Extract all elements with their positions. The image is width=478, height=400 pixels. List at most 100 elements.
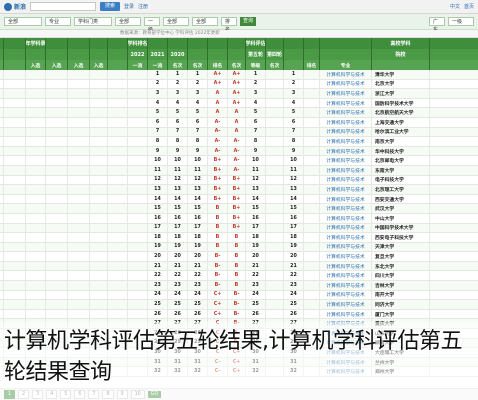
table-row[interactable]: 1 1 1 A+ A+ 1 1 计算机科学与技术 清华大学 <box>0 70 478 80</box>
search-button[interactable]: 搜索 <box>100 2 121 11</box>
cell-name[interactable]: 南京大学 <box>372 137 430 146</box>
cell-name[interactable]: 华中科技大学 <box>372 146 430 156</box>
home-link[interactable]: 首页 <box>464 3 474 10</box>
cell-major[interactable]: 计算机科学与技术 <box>320 213 372 223</box>
cell-major[interactable]: 计算机科学与技术 <box>320 204 372 213</box>
table-row[interactable]: 20 20 20 B- B 20 20 计算机科学与技术 复旦大学 <box>0 252 478 262</box>
cell-major[interactable]: 计算机科学与技术 <box>320 98 372 108</box>
cell-blank[interactable] <box>304 89 320 98</box>
table-row[interactable]: 24 24 24 C+ B- 24 24 计算机科学与技术 南开大学 <box>0 290 478 301</box>
cell-name[interactable]: 南开大学 <box>372 290 430 300</box>
cell-name[interactable]: 西安交通大学 <box>372 194 430 204</box>
cell-name[interactable]: 吉林大学 <box>372 281 430 290</box>
cell-major[interactable]: 计算机科学与技术 <box>320 233 372 242</box>
cell-major[interactable]: 计算机科学与技术 <box>320 156 372 165</box>
table-row[interactable]: 8 8 8 A- A- 8 8 计算机科学与技术 南京大学 <box>0 137 478 147</box>
cell-blank[interactable] <box>304 79 320 89</box>
cell-major[interactable]: 计算机科学与技术 <box>320 252 372 261</box>
cell-blank[interactable] <box>304 185 320 194</box>
cell-major[interactable]: 计算机科学与技术 <box>320 300 372 309</box>
table-row[interactable]: 22 22 22 B- B 22 22 计算机科学与技术 四川大学 <box>0 271 478 282</box>
cell-major[interactable]: 计算机科学与技术 <box>320 79 372 89</box>
cell-major[interactable]: 计算机科学与技术 <box>320 309 372 319</box>
cell-name[interactable]: 东南大学 <box>372 165 430 175</box>
filter-select-year[interactable]: 全部 <box>163 17 189 26</box>
cell-name[interactable]: 北京大学 <box>372 79 430 89</box>
cell-major[interactable]: 计算机科学与技术 <box>320 242 372 252</box>
cell-major[interactable]: 计算机科学与技术 <box>320 261 372 271</box>
cell-name[interactable]: 东北大学 <box>372 261 430 271</box>
filter-select-sort[interactable]: 排名 <box>221 17 237 33</box>
table-row[interactable]: 2 2 2 A+ A+ 2 2 计算机科学与技术 北京大学 <box>0 79 478 90</box>
table-row[interactable]: 13 13 13 B+ B+ 13 13 计算机科学与技术 北京理工大学 <box>0 185 478 195</box>
table-row[interactable]: 16 16 16 B B+ 16 16 计算机科学与技术 中山大学 <box>0 213 478 224</box>
table-row[interactable]: 12 12 12 B+ B+ 12 12 计算机科学与技术 电子科技大学 <box>0 175 478 186</box>
cell-blank[interactable] <box>304 261 320 271</box>
table-row[interactable]: 15 15 15 B B+ 15 15 计算机科学与技术 武汉大学 <box>0 204 478 214</box>
cell-name[interactable]: 上海交通大学 <box>372 117 430 127</box>
cell-name[interactable]: 厦门大学 <box>372 309 430 319</box>
cell-blank[interactable] <box>304 117 320 127</box>
cell-name[interactable]: 清华大学 <box>372 70 430 79</box>
cell-name[interactable]: 复旦大学 <box>372 252 430 261</box>
table-row[interactable]: 5 5 5 A A 5 5 计算机科学与技术 北京航空航天大学 <box>0 108 478 118</box>
register-link[interactable]: 注册 <box>138 3 148 10</box>
filter-select-scope[interactable]: 全部 <box>4 17 42 26</box>
filter-select-type[interactable]: 专业 <box>45 17 71 26</box>
cell-blank[interactable] <box>304 242 320 252</box>
cell-blank[interactable] <box>304 213 320 223</box>
cell-name[interactable]: 北京航空航天大学 <box>372 108 430 117</box>
cell-blank[interactable] <box>304 137 320 146</box>
cell-major[interactable]: 计算机科学与技术 <box>320 223 372 233</box>
cell-blank[interactable] <box>304 108 320 117</box>
cell-blank[interactable] <box>304 70 320 79</box>
cell-blank[interactable] <box>304 223 320 233</box>
cell-name[interactable]: 浙江大学 <box>372 89 430 98</box>
level-select[interactable]: 一级 <box>448 17 474 26</box>
filter-select-level[interactable]: 一级 <box>144 17 160 33</box>
cell-blank[interactable] <box>304 290 320 300</box>
filter-select-region[interactable]: 全部 <box>115 17 141 26</box>
filter-select-batch[interactable]: 全部 <box>192 17 218 26</box>
cell-name[interactable]: 天津大学 <box>372 242 430 252</box>
table-row[interactable]: 14 14 14 B+ B+ 14 14 计算机科学与技术 西安交通大学 <box>0 194 478 205</box>
cell-major[interactable]: 计算机科学与技术 <box>320 185 372 194</box>
cell-name[interactable]: 同济大学 <box>372 300 430 309</box>
cell-blank[interactable] <box>304 281 320 290</box>
cell-major[interactable]: 计算机科学与技术 <box>320 117 372 127</box>
filter-select-category[interactable]: 学科门类 <box>74 17 112 26</box>
cell-name[interactable]: 北京邮电大学 <box>372 156 430 165</box>
search-input[interactable] <box>30 2 97 11</box>
cell-name[interactable]: 国防科学技术大学 <box>372 98 430 108</box>
cell-blank[interactable] <box>304 233 320 242</box>
cell-blank[interactable] <box>304 175 320 185</box>
cell-name[interactable]: 电子科技大学 <box>372 175 430 185</box>
table-row[interactable]: 18 18 18 B B 18 18 计算机科学与技术 西安电子科技大学 <box>0 233 478 243</box>
table-row[interactable]: 10 10 10 B+ A- 10 10 计算机科学与技术 北京邮电大学 <box>0 156 478 166</box>
cell-major[interactable]: 计算机科学与技术 <box>320 175 372 185</box>
table-row[interactable]: 6 6 6 A- A 6 6 计算机科学与技术 上海交通大学 <box>0 117 478 128</box>
cell-blank[interactable] <box>304 309 320 319</box>
table-row[interactable]: 3 3 3 A A+ 3 3 计算机科学与技术 浙江大学 <box>0 89 478 99</box>
cell-major[interactable]: 计算机科学与技术 <box>320 290 372 300</box>
cell-name[interactable]: 西安电子科技大学 <box>372 233 430 242</box>
site-logo[interactable]: 新浪 <box>4 2 26 11</box>
cell-major[interactable]: 计算机科学与技术 <box>320 146 372 156</box>
table-row[interactable]: 7 7 7 A- A 7 7 计算机科学与技术 哈尔滨工业大学 <box>0 127 478 138</box>
table-row[interactable]: 17 17 17 B B+ 17 17 计算机科学与技术 中国科学技术大学 <box>0 223 478 234</box>
cell-major[interactable]: 计算机科学与技术 <box>320 127 372 137</box>
cell-blank[interactable] <box>304 98 320 108</box>
cell-major[interactable]: 计算机科学与技术 <box>320 194 372 204</box>
language-link[interactable]: 中文 <box>450 3 460 10</box>
cell-name[interactable]: 哈尔滨工业大学 <box>372 127 430 137</box>
cell-blank[interactable] <box>304 165 320 175</box>
table-row[interactable]: 11 11 11 B+ A- 11 11 计算机科学与技术 东南大学 <box>0 165 478 176</box>
cell-name[interactable]: 中国科学技术大学 <box>372 223 430 233</box>
table-row[interactable]: 4 4 4 A A+ 4 4 计算机科学与技术 国防科学技术大学 <box>0 98 478 109</box>
cell-major[interactable]: 计算机科学与技术 <box>320 70 372 79</box>
cell-major[interactable]: 计算机科学与技术 <box>320 281 372 290</box>
table-row[interactable]: 9 9 9 A- A- 9 9 计算机科学与技术 华中科技大学 <box>0 146 478 157</box>
cell-blank[interactable] <box>304 300 320 309</box>
cell-major[interactable]: 计算机科学与技术 <box>320 108 372 117</box>
login-link[interactable]: 登录 <box>124 3 134 10</box>
